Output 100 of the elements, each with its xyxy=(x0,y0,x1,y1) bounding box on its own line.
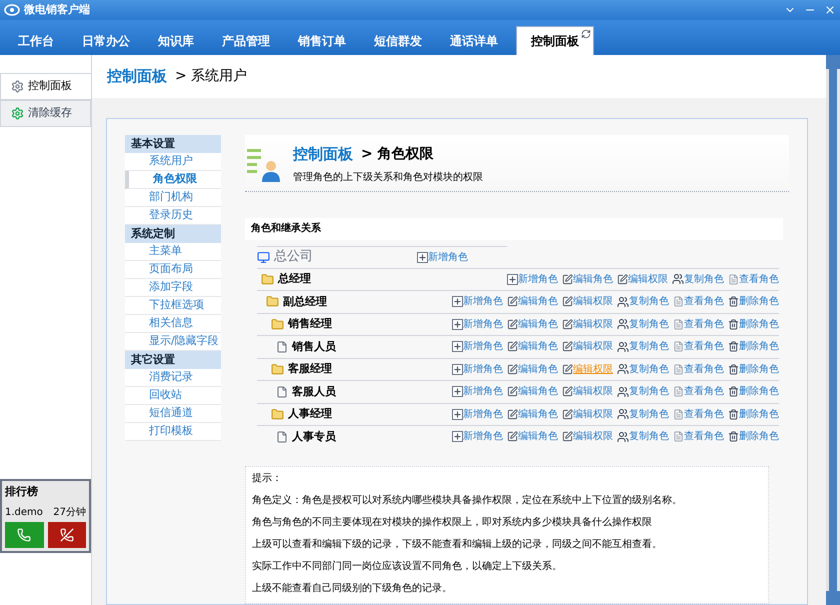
action-link[interactable]: 新增角色 xyxy=(518,272,558,287)
tab[interactable]: 知识库 xyxy=(144,26,208,55)
action-link[interactable]: 编辑权限 xyxy=(573,339,613,354)
nav-group-title: 基本设置 xyxy=(125,135,221,153)
nav-item[interactable]: 角色权限 xyxy=(125,171,221,189)
action-link[interactable]: 新增角色 xyxy=(463,406,503,422)
nav-item[interactable]: 主菜单 xyxy=(125,243,221,261)
action-link[interactable]: 新增角色 xyxy=(463,384,503,400)
action-link[interactable]: 删除角色 xyxy=(739,406,779,422)
action-link[interactable]: 新增角色 xyxy=(463,362,503,377)
close-button[interactable] xyxy=(824,4,836,16)
action-link[interactable]: 复制角色 xyxy=(629,339,669,354)
action-link[interactable]: 编辑权限 xyxy=(573,384,613,400)
action-link[interactable]: 编辑角色 xyxy=(518,384,558,400)
nav-item[interactable]: 相关信息 xyxy=(125,315,221,333)
action-link[interactable]: 编辑角色 xyxy=(518,294,558,310)
action-link[interactable]: 新增角色 xyxy=(463,316,503,332)
action-link[interactable]: 查看角色 xyxy=(684,406,724,422)
role-name: 销售经理 xyxy=(288,316,332,332)
nav-item[interactable]: 打印模板 xyxy=(125,423,221,441)
action-link[interactable]: 编辑权限 xyxy=(573,362,613,377)
action-link[interactable]: 查看角色 xyxy=(684,362,724,377)
trash-icon xyxy=(728,386,739,398)
gear-icon xyxy=(11,80,24,93)
action-link[interactable]: 删除角色 xyxy=(739,429,779,444)
tab[interactable]: 工作台 xyxy=(4,26,68,55)
edit-icon xyxy=(507,431,518,442)
document-icon xyxy=(673,364,684,375)
tab[interactable]: 产品管理 xyxy=(208,26,284,55)
role-name: 总经理 xyxy=(278,271,311,287)
action-link[interactable]: 删除角色 xyxy=(739,339,779,354)
hang-up-button[interactable] xyxy=(48,522,86,548)
file-icon xyxy=(276,430,288,443)
nav-item[interactable]: 系统用户 xyxy=(125,153,221,171)
action-link[interactable]: 编辑权限 xyxy=(573,406,613,422)
action-link[interactable]: 删除角色 xyxy=(739,384,779,400)
nav-item[interactable]: 页面布局 xyxy=(125,261,221,279)
edit-icon xyxy=(562,296,573,308)
action-link[interactable]: 编辑角色 xyxy=(573,272,613,287)
action-link[interactable]: 查看角色 xyxy=(684,339,724,354)
action-link[interactable]: 复制角色 xyxy=(629,406,669,422)
action-link[interactable]: 编辑权限 xyxy=(628,272,668,287)
sidebar-item[interactable]: 清除缓存 xyxy=(0,100,91,127)
nav-item[interactable]: 短信通道 xyxy=(125,405,221,423)
action-link[interactable]: 新增角色 xyxy=(463,339,503,354)
action-link[interactable]: 查看角色 xyxy=(684,316,724,332)
nav-item[interactable]: 下拉框选项 xyxy=(125,297,221,315)
refresh-icon[interactable] xyxy=(581,29,591,39)
action-link[interactable]: 编辑角色 xyxy=(518,429,558,444)
action-link[interactable]: 复制角色 xyxy=(684,272,724,287)
users-icon xyxy=(617,340,629,353)
trash-icon xyxy=(728,408,739,420)
header-link[interactable]: 控制面板 xyxy=(293,143,353,166)
tab[interactable]: 通话详单 xyxy=(436,26,512,55)
action-link[interactable]: 查看角色 xyxy=(739,272,779,287)
action-link[interactable]: 新增角色 xyxy=(428,250,468,264)
tab[interactable]: 销售订单 xyxy=(284,26,360,55)
action-link[interactable]: 复制角色 xyxy=(629,384,669,400)
tab[interactable]: 控制面板 xyxy=(516,26,594,55)
trash-icon xyxy=(728,318,739,330)
nav-item[interactable]: 添加字段 xyxy=(125,279,221,297)
edit-icon xyxy=(507,296,518,308)
action-link[interactable]: 删除角色 xyxy=(739,362,779,377)
call-button[interactable] xyxy=(5,522,44,548)
action-link[interactable]: 新增角色 xyxy=(463,429,503,444)
action-link[interactable]: 编辑角色 xyxy=(518,339,558,354)
action-link[interactable]: 编辑权限 xyxy=(573,294,613,310)
breadcrumb-link[interactable]: 控制面板 xyxy=(107,65,167,88)
section-title: 角色和继承关系 xyxy=(251,222,321,236)
nav-item[interactable]: 显示/隐藏字段 xyxy=(125,333,221,351)
action-link[interactable]: 新增角色 xyxy=(463,294,503,310)
action-link[interactable]: 编辑权限 xyxy=(573,429,613,444)
action-link[interactable]: 查看角色 xyxy=(684,429,724,444)
nav-item[interactable]: 登录历史 xyxy=(125,207,221,225)
action-link[interactable]: 复制角色 xyxy=(629,362,669,377)
action-link[interactable]: 编辑角色 xyxy=(518,362,558,377)
tab[interactable]: 短信群发 xyxy=(360,26,436,55)
action-link[interactable]: 编辑权限 xyxy=(573,316,613,332)
logo-icon xyxy=(4,4,20,16)
action-link[interactable]: 复制角色 xyxy=(629,429,669,444)
action-link[interactable]: 删除角色 xyxy=(739,316,779,332)
sidebar-item[interactable]: 控制面板 xyxy=(0,73,91,100)
tip-text: 角色与角色的不同主要体现在对模块的操作权限上，即对系统内多少模块具备什么操作权限 xyxy=(252,516,653,530)
action-link[interactable]: 查看角色 xyxy=(684,294,724,310)
action-link[interactable]: 删除角色 xyxy=(739,294,779,310)
nav-group-title: 系统定制 xyxy=(125,225,221,243)
users-icon xyxy=(617,296,629,308)
action-link[interactable]: 编辑角色 xyxy=(518,406,558,422)
phone-icon xyxy=(17,528,32,542)
tab[interactable]: 日常办公 xyxy=(68,26,144,55)
nav-item[interactable]: 回收站 xyxy=(125,387,221,405)
action-link[interactable]: 编辑角色 xyxy=(518,316,558,332)
ranking-title: 排行榜 xyxy=(5,484,39,500)
nav-item[interactable]: 消费记录 xyxy=(125,369,221,387)
scrollbar[interactable] xyxy=(826,55,840,605)
action-link[interactable]: 复制角色 xyxy=(629,316,669,332)
action-link[interactable]: 查看角色 xyxy=(684,384,724,400)
nav-item[interactable]: 部门机构 xyxy=(125,189,221,207)
action-link[interactable]: 复制角色 xyxy=(629,294,669,310)
users-icon xyxy=(617,430,629,443)
